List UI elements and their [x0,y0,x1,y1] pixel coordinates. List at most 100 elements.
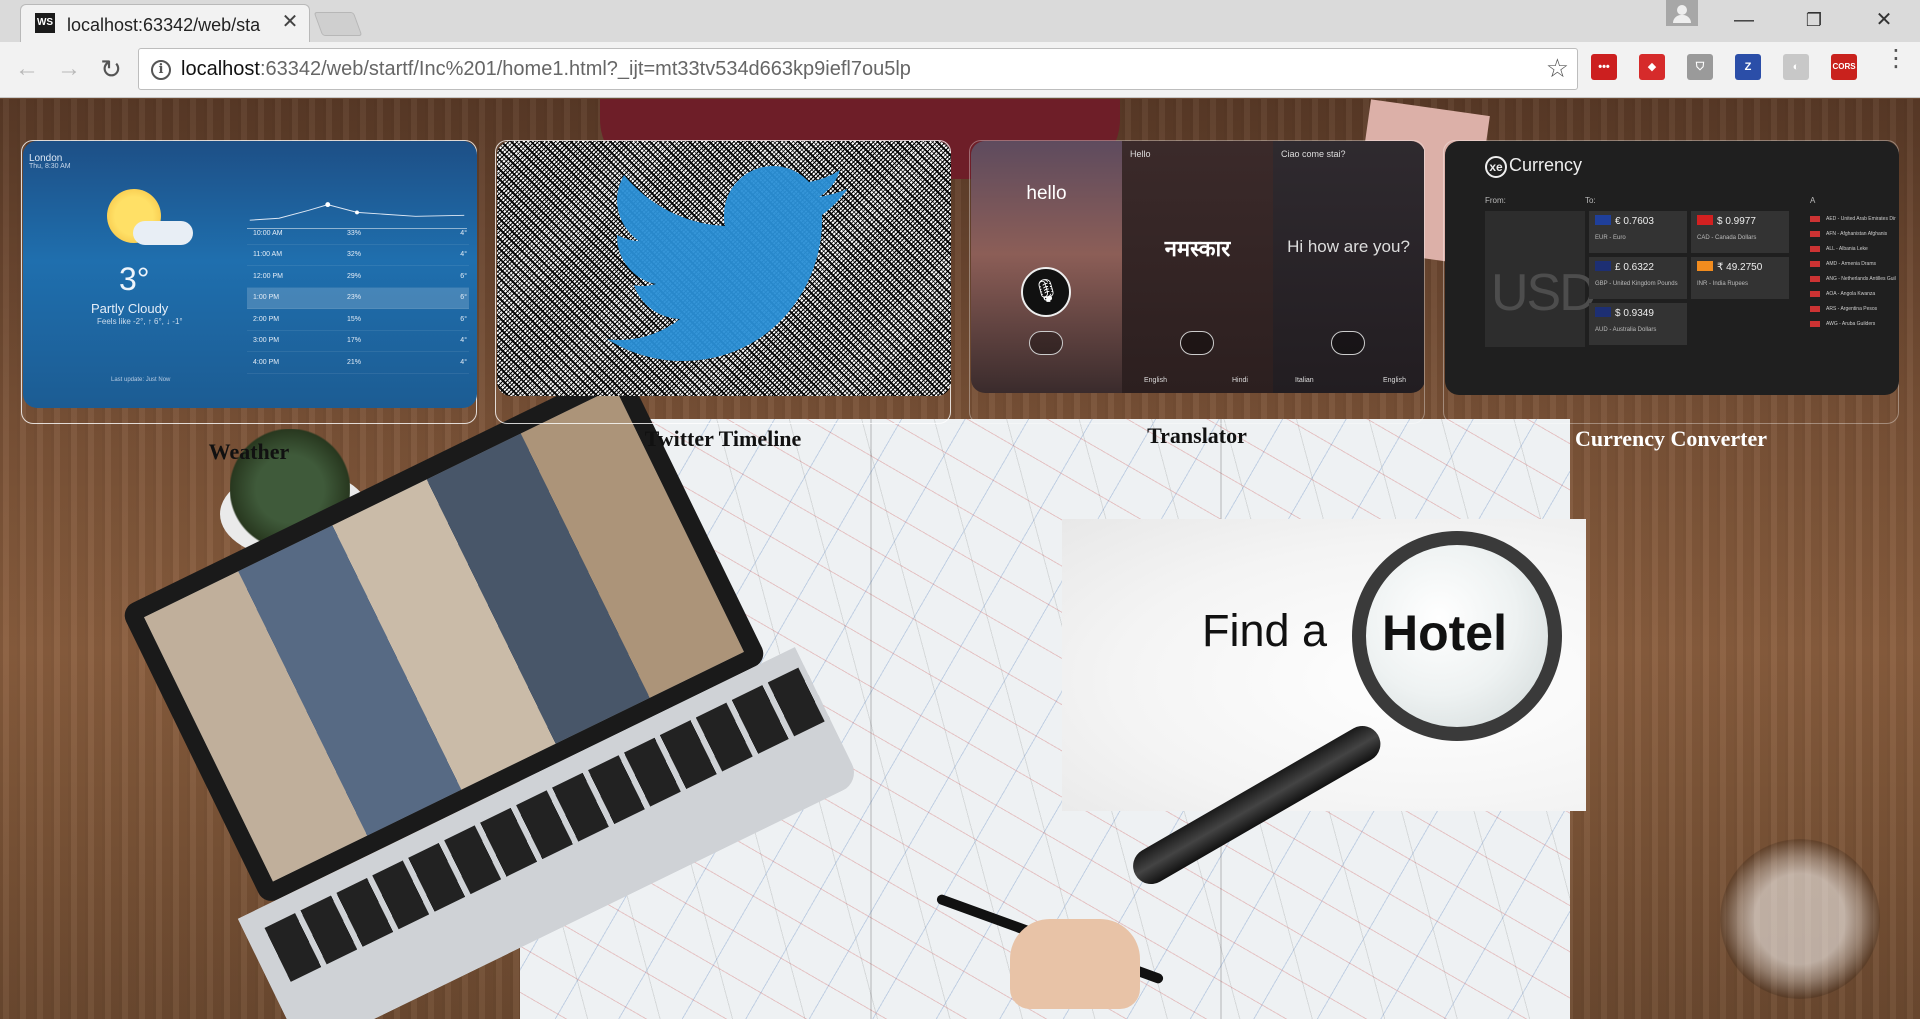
currency-caption: Currency Converter [1574,426,1768,451]
keyboard-icon [1029,331,1063,355]
base-currency: USD [1491,264,1597,322]
xe-logo: xe Currency [1485,155,1582,178]
forward-arrow-icon[interactable]: → [52,52,86,86]
weather-hour-row: 10:00 AM 33% 4° [247,223,469,245]
base-currency-box: USD [1485,211,1597,347]
new-tab-button[interactable] [313,12,363,36]
url-text[interactable]: localhost:63342/web/startf/Inc%201/home1… [181,58,911,81]
weather-thumbnail: London Thu, 8:30 AM 3° Partly Cloudy Fee… [23,141,477,408]
translator-source-italian: Ciao come stai? [1281,149,1346,159]
weather-feels: Feels like -2°, ↑ 6°, ↓ -1° [97,317,183,326]
currency-value: $ 0.9977 [1717,216,1756,227]
hour-temp: 6° [460,315,467,323]
lastpass-icon[interactable]: ••• [1591,54,1617,80]
weather-hour-row: 2:00 PM 15% 6° [247,309,469,331]
weather-hour-row: 12:00 PM 29% 6° [247,266,469,288]
info-icon[interactable]: i [151,60,171,80]
hour-temp: 6° [460,294,467,302]
twitter-bird-icon [607,166,847,361]
currency-list-item: ALL - Albania Leke [1810,241,1896,256]
flag-icon [1810,260,1820,267]
hour-precip: 32% [347,251,362,259]
currency-list-item: AFN - Afghanistan Afghanis [1810,226,1896,241]
translator-source-text: Hello [1130,149,1151,159]
hour-precip: 29% [347,272,362,280]
currency-list-label: A [1810,196,1816,205]
hour-temp: 4° [460,337,467,345]
twitter-card[interactable]: Twitter Timeline [495,140,951,451]
translator-lang-from: Italian [1295,377,1314,384]
find-hotel-banner[interactable]: Find a Hotel [1062,519,1586,891]
address-bar[interactable]: i localhost:63342/web/startf/Inc%201/hom… [138,48,1578,90]
currency-to-label: To: [1585,196,1596,205]
hotel-find-text: Find a [1202,605,1328,656]
translator-card[interactable]: hello 🎙 Hello नमस्कार English Hindi Ciao… [969,140,1425,448]
weather-caption: Weather [208,439,290,464]
weather-card[interactable]: London Thu, 8:30 AM 3° Partly Cloudy Fee… [21,140,477,464]
currency-list-item: ANG - Netherlands Antilles Guilders [1810,271,1896,286]
tab-close-icon[interactable]: ✕ [277,9,303,35]
cors-icon[interactable]: CORS [1831,54,1857,80]
flag-icon [1697,261,1713,271]
currency-tile: $ 0.9349 AUD - Australia Dollars [1589,303,1687,345]
currency-list-item: AOA - Angola Kwanza [1810,286,1896,301]
flag-icon [1810,245,1820,252]
restore-icon[interactable]: ❐ [1786,0,1842,42]
currency-value: € 0.7603 [1615,216,1654,227]
currency-tile: ₹ 49.2750 INR - India Rupees [1691,257,1789,299]
translator-caption: Translator [1147,423,1247,448]
flag-icon [1810,215,1820,222]
translator-thumbnail: hello 🎙 Hello नमस्कार English Hindi Ciao… [971,141,1425,393]
hour-temp: 4° [460,251,467,259]
currency-list-item: AED - United Arab Emirates Dirham [1810,211,1896,226]
currency-value: £ 0.6322 [1615,262,1654,273]
flag-icon [1595,261,1611,271]
reload-icon[interactable]: ↻ [94,52,128,86]
currency-card[interactable]: xe Currency From: To: A USD € 0.7603 EUR -… [1443,140,1899,451]
hour-precip: 33% [347,229,362,237]
currency-name: INR - India Rupees [1697,281,1749,287]
bookmark-star-icon[interactable]: ☆ [1546,53,1569,84]
currency-list-item: AWG - Aruba Guilders [1810,316,1896,331]
currency-tile: € 0.7603 EUR - Euro [1589,211,1687,253]
zotero-icon[interactable]: Z [1735,54,1761,80]
weather-temp: 3° [119,261,150,297]
translator-hello: hello [1026,183,1067,204]
hour-temp: 6° [460,272,467,280]
webstorm-favicon-icon: WS [35,13,55,33]
back-arrow-icon[interactable]: ← [10,52,44,86]
translator-lang-to: Hindi [1232,377,1248,384]
weather-hour-row: 1:00 PM 23% 6° [247,287,469,309]
hour-precip: 21% [347,358,362,366]
flag-icon [1810,320,1820,327]
hour-time: 3:00 PM [253,337,280,345]
weather-hour-row: 11:00 AM 32% 4° [247,245,469,266]
hour-temp: 4° [460,358,467,366]
currency-value: ₹ 49.2750 [1717,262,1763,273]
translator-lang-to: English [1383,377,1406,384]
browser-tab[interactable]: WS localhost:63342/web/sta ✕ [20,4,310,42]
hour-precip: 17% [347,337,362,345]
ghost-icon[interactable]: ◐ [1783,54,1809,80]
menu-icon[interactable]: ⋮ [1884,47,1908,71]
hour-time: 4:00 PM [253,358,280,366]
window-close-icon[interactable]: ✕ [1856,0,1912,42]
minimize-icon[interactable]: — [1716,0,1772,42]
weather-hour-row: 3:00 PM 17% 4° [247,331,469,352]
hour-time: 2:00 PM [253,315,280,323]
ublock-icon[interactable]: ◆ [1639,54,1665,80]
flag-icon [1810,230,1820,237]
tab-strip: WS localhost:63342/web/sta ✕ — ❐ ✕ [0,0,1920,42]
flag-icon [1595,215,1611,225]
hour-time: 10:00 AM [253,229,283,237]
hour-time: 12:00 PM [253,272,283,280]
currency-tile: £ 0.6322 GBP - United Kingdom Pounds [1589,257,1687,299]
currency-name: GBP - United Kingdom Pounds [1595,281,1678,287]
glass-decoration [1720,839,1880,999]
profile-icon[interactable] [1666,0,1698,26]
flag-icon [1810,305,1820,312]
currency-list: AED - United Arab Emirates DirhamAFN - A… [1810,211,1896,331]
tab-title: localhost:63342/web/sta [67,15,261,35]
shield-icon[interactable]: ⛉ [1687,54,1713,80]
weather-date: Thu, 8:30 AM [29,163,71,170]
